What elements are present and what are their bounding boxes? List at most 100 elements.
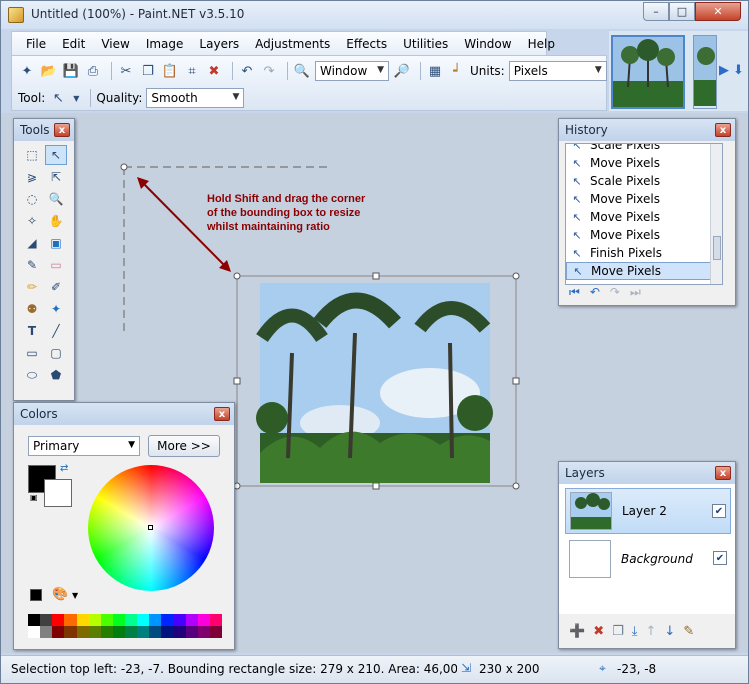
- print-icon[interactable]: ⎙: [84, 62, 102, 80]
- palette-menu-icon[interactable]: 🎨: [52, 587, 68, 602]
- paste-icon[interactable]: 📋: [161, 62, 179, 80]
- recolor-icon[interactable]: ✦: [45, 299, 67, 319]
- gradient-icon[interactable]: ▣: [45, 233, 67, 253]
- colors-panel-close-button[interactable]: x: [214, 407, 230, 421]
- layers-panel-close-button[interactable]: x: [715, 466, 731, 480]
- menu-utilities[interactable]: Utilities: [395, 37, 456, 51]
- history-scrollbar-thumb[interactable]: [713, 236, 721, 260]
- menu-image[interactable]: Image: [138, 37, 192, 51]
- image-thumbnail-2[interactable]: [693, 35, 717, 109]
- text-icon[interactable]: T: [21, 321, 43, 341]
- menu-layers[interactable]: Layers: [191, 37, 247, 51]
- copy-icon[interactable]: ❐: [139, 62, 157, 80]
- history-item[interactable]: ↖ Move Pixels: [566, 226, 722, 244]
- move-selected-pixels-icon[interactable]: ↖: [49, 89, 67, 107]
- color-mode-select[interactable]: Primary ▼: [28, 436, 140, 456]
- menu-edit[interactable]: Edit: [54, 37, 93, 51]
- history-item[interactable]: ↖ Move Pixels: [566, 154, 722, 172]
- history-item[interactable]: ↖ Scale Pixels: [566, 144, 722, 154]
- lasso-select-icon[interactable]: ⪀: [21, 167, 43, 187]
- delete-layer-icon[interactable]: ✖: [593, 624, 604, 639]
- layer-properties-icon[interactable]: ✎: [683, 624, 694, 639]
- layer-row-selected[interactable]: Layer 2 ✔: [565, 488, 731, 534]
- grid-icon[interactable]: ▦: [426, 62, 444, 80]
- move-selected-pixels-icon[interactable]: ↖: [45, 145, 67, 165]
- more-colors-button[interactable]: More >>: [148, 435, 220, 457]
- layer-row[interactable]: Background ✔: [565, 536, 731, 582]
- history-scrollbar[interactable]: [710, 144, 722, 284]
- maximize-button[interactable]: □: [669, 2, 695, 21]
- merge-layer-down-icon[interactable]: ⤓: [632, 624, 638, 639]
- history-item[interactable]: ↖ Finish Pixels: [566, 244, 722, 262]
- deselect-icon[interactable]: ✖: [205, 62, 223, 80]
- palette-menu-arrow-icon[interactable]: ▼: [72, 591, 78, 600]
- history-item-selected[interactable]: ↖ Move Pixels: [566, 262, 722, 280]
- zoom-in-icon[interactable]: 🔎: [393, 62, 411, 80]
- line-curve-icon[interactable]: ╱: [45, 321, 67, 341]
- swap-colors-icon[interactable]: ⇄: [60, 463, 68, 474]
- zoom-out-icon[interactable]: 🔍: [293, 62, 311, 80]
- rewind-icon[interactable]: ⏮: [569, 285, 580, 300]
- layer-visibility-checkbox[interactable]: ✔: [713, 551, 727, 565]
- eraser-icon[interactable]: ▭: [45, 255, 67, 275]
- ellipse-icon[interactable]: ⬭: [21, 365, 43, 385]
- minimize-button[interactable]: –: [643, 2, 669, 21]
- pencil-icon[interactable]: ✏: [21, 277, 43, 297]
- undo-icon[interactable]: ↶: [238, 62, 256, 80]
- color-palette[interactable]: [28, 614, 222, 638]
- add-layer-icon[interactable]: ➕: [569, 624, 585, 639]
- redo-icon[interactable]: ↷: [610, 285, 620, 300]
- paintbrush-icon[interactable]: ✎: [21, 255, 43, 275]
- history-item[interactable]: ↖ Move Pixels: [566, 190, 722, 208]
- menu-file[interactable]: File: [18, 37, 54, 51]
- undo-icon[interactable]: ↶: [590, 285, 600, 300]
- zoom-select[interactable]: Window ▼: [315, 61, 389, 81]
- fast-forward-icon[interactable]: ⏭: [630, 285, 641, 300]
- menu-window[interactable]: Window: [456, 37, 519, 51]
- menu-effects[interactable]: Effects: [338, 37, 395, 51]
- image-list-menu-icon[interactable]: ⬇: [733, 63, 744, 78]
- image-thumbnail-active[interactable]: [611, 35, 685, 109]
- duplicate-layer-icon[interactable]: ❐: [612, 624, 624, 639]
- layer-visibility-checkbox[interactable]: ✔: [712, 504, 726, 518]
- move-selection-icon[interactable]: ⇱: [45, 167, 67, 187]
- image-size: 230 x 200: [479, 662, 540, 676]
- color-wheel[interactable]: [88, 465, 214, 591]
- paint-bucket-icon[interactable]: ◢: [21, 233, 43, 253]
- rectangle-select-icon[interactable]: ⬚: [21, 145, 43, 165]
- new-image-icon[interactable]: ✦: [18, 62, 36, 80]
- cut-icon[interactable]: ✂: [117, 62, 135, 80]
- units-select[interactable]: Pixels ▼: [508, 61, 607, 81]
- rounded-rectangle-icon[interactable]: ▢: [45, 343, 67, 363]
- ellipse-select-icon[interactable]: ◌: [21, 189, 43, 209]
- tool-dropdown-arrow-icon[interactable]: ▼: [71, 89, 81, 107]
- zoom-icon[interactable]: 🔍: [45, 189, 67, 209]
- cursor-position: -23, -8: [617, 662, 657, 676]
- menu-view[interactable]: View: [93, 37, 137, 51]
- add-to-palette-icon[interactable]: [30, 589, 42, 601]
- close-window-button[interactable]: ✕: [695, 2, 741, 21]
- quality-select[interactable]: Smooth ▼: [146, 88, 245, 108]
- menu-adjustments[interactable]: Adjustments: [247, 37, 338, 51]
- open-icon[interactable]: 📂: [40, 62, 58, 80]
- history-panel-close-button[interactable]: x: [715, 123, 731, 137]
- rectangle-icon[interactable]: ▭: [21, 343, 43, 363]
- redo-icon[interactable]: ↷: [260, 62, 278, 80]
- crop-to-selection-icon[interactable]: ⌗: [183, 62, 201, 80]
- magic-wand-icon[interactable]: ✧: [21, 211, 43, 231]
- menu-help[interactable]: Help: [520, 37, 563, 51]
- save-icon[interactable]: 💾: [62, 62, 80, 80]
- history-item[interactable]: ↖ Move Pixels: [566, 208, 722, 226]
- rulers-icon[interactable]: ┙: [448, 62, 466, 80]
- scroll-right-icon[interactable]: ▶: [719, 63, 729, 78]
- move-layer-up-icon[interactable]: ↑: [646, 624, 657, 639]
- pan-icon[interactable]: ✋: [45, 211, 67, 231]
- freeform-shape-icon[interactable]: ⬟: [45, 365, 67, 385]
- color-picker-icon[interactable]: ✐: [45, 277, 67, 297]
- reset-colors-icon[interactable]: ▣: [30, 493, 38, 502]
- history-item[interactable]: ↖ Scale Pixels: [566, 172, 722, 190]
- clone-stamp-icon[interactable]: ⚉: [21, 299, 43, 319]
- secondary-color-swatch[interactable]: [44, 479, 72, 507]
- move-layer-down-icon[interactable]: ↓: [664, 624, 675, 639]
- tools-panel-close-button[interactable]: x: [54, 123, 70, 137]
